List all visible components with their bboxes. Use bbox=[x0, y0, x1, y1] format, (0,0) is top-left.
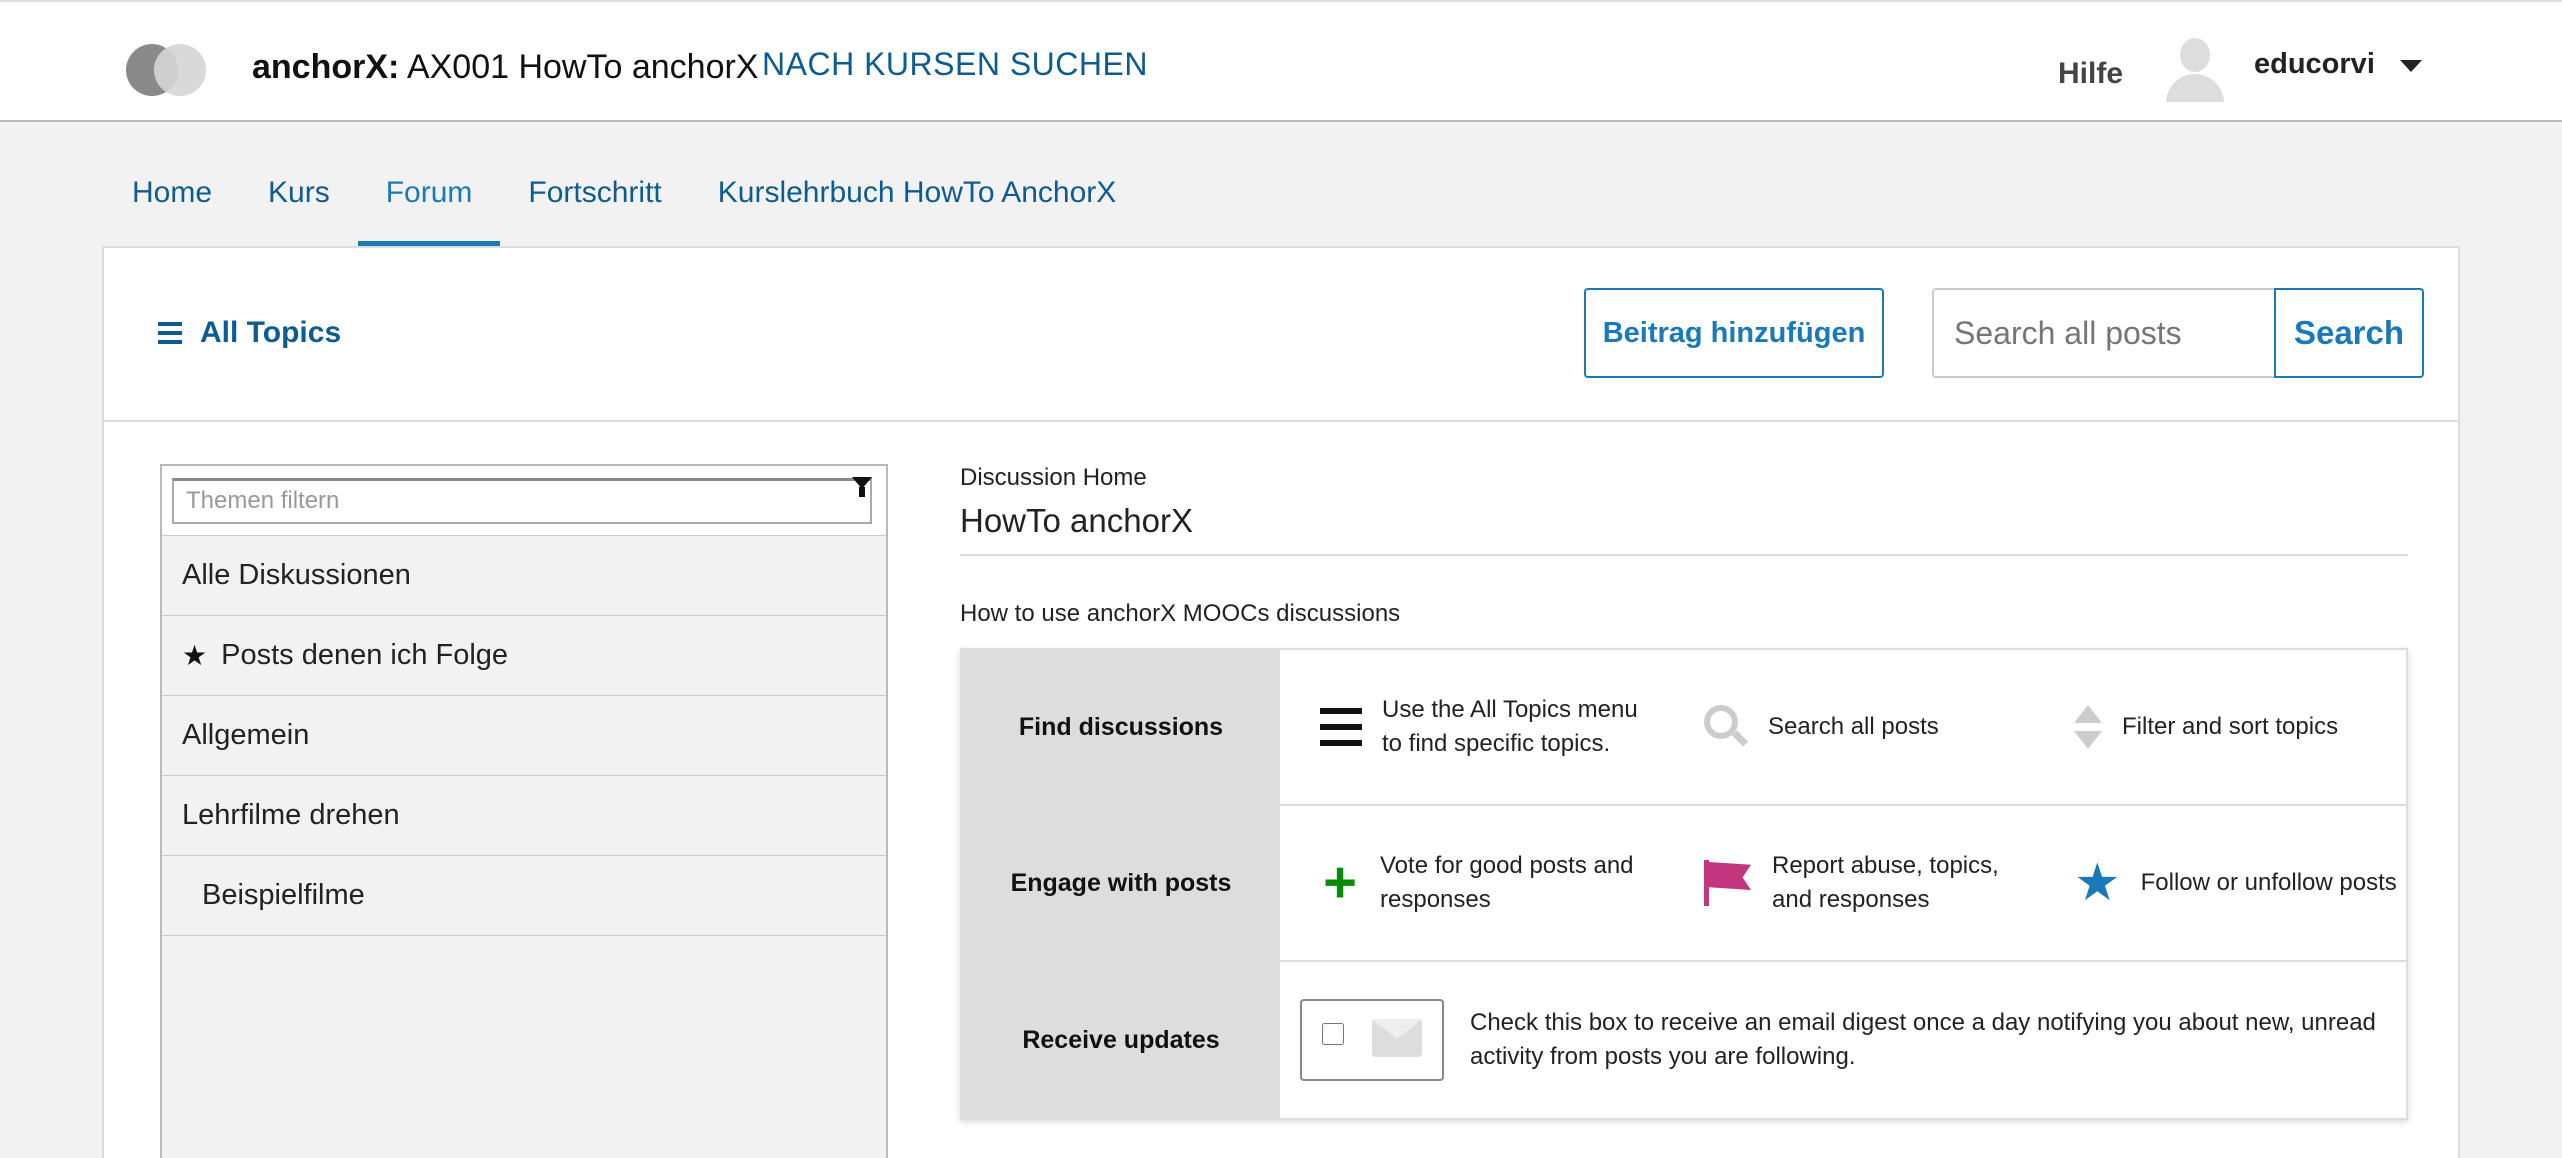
filter-icon bbox=[852, 477, 872, 497]
plus-icon: + bbox=[1323, 850, 1357, 915]
guide-row-engage: Engage with posts + Vote for good posts … bbox=[962, 806, 2406, 962]
guide-label: How to use anchorX MOOCs discussions bbox=[960, 600, 1401, 627]
guide-item: ★ Follow or unfollow posts bbox=[2034, 854, 2404, 912]
forum-panel: All Topics Beitrag hinzufügen Search The… bbox=[102, 246, 2460, 1158]
star-icon: ★ bbox=[2074, 854, 2121, 912]
tab-kurslehrbuch[interactable]: Kurslehrbuch HowTo AnchorX bbox=[690, 156, 1145, 248]
topic-label: Alle Diskussionen bbox=[182, 559, 411, 591]
add-post-button[interactable]: Beitrag hinzufügen bbox=[1584, 288, 1884, 378]
email-digest-text: Check this box to receive an email diges… bbox=[1470, 1009, 2376, 1070]
topic-allgemein[interactable]: Allgemein bbox=[162, 696, 886, 776]
topic-filter-row: Themen filtern bbox=[162, 466, 886, 536]
guide-item: Use the All Topics menu to find specific… bbox=[1280, 693, 1664, 761]
star-icon: ★ bbox=[182, 640, 208, 671]
email-digest-checkbox[interactable] bbox=[1322, 1023, 1344, 1045]
avatar-head bbox=[2180, 38, 2210, 72]
tab-forum[interactable]: Forum bbox=[357, 156, 501, 248]
site-header: anchorX: AX001 HowTo anchorX NACH KURSEN… bbox=[0, 0, 2562, 122]
chevron-down-icon[interactable] bbox=[2400, 60, 2422, 72]
avatar-body bbox=[2166, 74, 2224, 102]
guide-item-text: Vote for good posts and responses bbox=[1380, 852, 1634, 913]
breadcrumb: Discussion Home bbox=[960, 464, 1147, 491]
search-form: Search bbox=[1932, 288, 2424, 378]
sort-icon bbox=[2074, 705, 2102, 749]
course-name: AX001 HowTo anchorX bbox=[406, 48, 759, 86]
topic-beispielfilme[interactable]: Beispielfilme bbox=[162, 856, 886, 936]
logo-circle-light bbox=[154, 44, 206, 96]
search-icon bbox=[1704, 705, 1749, 749]
flag-icon bbox=[1704, 860, 1752, 906]
all-topics-label: All Topics bbox=[200, 316, 342, 349]
discussion-home: Discussion Home HowTo anchorX How to use… bbox=[960, 464, 2408, 1120]
guide-item: Search all posts bbox=[1664, 705, 2034, 749]
tab-home[interactable]: Home bbox=[104, 156, 240, 248]
topic-following[interactable]: ★ Posts denen ich Folge bbox=[162, 616, 886, 696]
menu-icon bbox=[1320, 708, 1362, 746]
topic-label: Lehrfilme drehen bbox=[182, 799, 400, 831]
tab-fortschritt[interactable]: Fortschritt bbox=[500, 156, 689, 248]
guide-item-text: Report abuse, topics, and responses bbox=[1772, 852, 1999, 913]
guide-cells: Use the All Topics menu to find specific… bbox=[1280, 650, 2406, 804]
help-link[interactable]: Hilfe bbox=[2058, 57, 2123, 91]
topic-label: Beispielfilme bbox=[202, 879, 365, 911]
org-name: anchorX: bbox=[252, 48, 400, 86]
mail-icon bbox=[1372, 1019, 1422, 1057]
topic-label: Posts denen ich Folge bbox=[221, 639, 509, 671]
username[interactable]: educorvi bbox=[2254, 48, 2375, 81]
guide-row-updates: Receive updates Check this box to receiv… bbox=[962, 962, 2406, 1118]
topic-filter-input[interactable]: Themen filtern bbox=[172, 478, 872, 524]
topic-lehrfilme[interactable]: Lehrfilme drehen bbox=[162, 776, 886, 856]
page-title: HowTo anchorX bbox=[960, 502, 2408, 556]
guide-item-text: Use the All Topics menu to find specific… bbox=[1382, 696, 1638, 757]
course-tabs: Home Kurs Forum Fortschritt Kurslehrbuch… bbox=[104, 156, 1144, 248]
guide-heading: Engage with posts bbox=[962, 806, 1280, 960]
avatar[interactable] bbox=[2162, 36, 2228, 102]
topic-all-discussions[interactable]: Alle Diskussionen bbox=[162, 536, 886, 616]
find-courses-link[interactable]: NACH KURSEN SUCHEN bbox=[762, 46, 1148, 83]
email-digest-toggle[interactable] bbox=[1300, 999, 1444, 1081]
guide-heading: Find discussions bbox=[962, 650, 1280, 804]
all-topics-button[interactable]: All Topics bbox=[158, 316, 341, 350]
menu-icon bbox=[158, 322, 182, 344]
guide-item: Filter and sort topics bbox=[2034, 705, 2404, 749]
forum-toolbar: All Topics Beitrag hinzufügen Search bbox=[104, 248, 2458, 422]
tab-kurs[interactable]: Kurs bbox=[240, 156, 358, 248]
topic-label: Allgemein bbox=[182, 719, 310, 751]
guide-cells: + Vote for good posts and responses Repo… bbox=[1280, 806, 2406, 960]
site-logo[interactable] bbox=[126, 44, 206, 96]
guide-row-find: Find discussions Use the All Topics menu… bbox=[962, 650, 2406, 806]
guide-item: Report abuse, topics, and responses bbox=[1664, 849, 2034, 917]
guide-item-text: Search all posts bbox=[1768, 713, 1939, 740]
guide-heading: Receive updates bbox=[962, 962, 1280, 1118]
topics-sidebar: Themen filtern Alle Diskussionen ★ Posts… bbox=[160, 464, 888, 1158]
guide-cells: Check this box to receive an email diges… bbox=[1280, 962, 2406, 1118]
search-input[interactable] bbox=[1932, 288, 2276, 378]
guide-item: + Vote for good posts and responses bbox=[1280, 849, 1664, 917]
guide-item-text: Filter and sort topics bbox=[2122, 713, 2339, 740]
search-button[interactable]: Search bbox=[2274, 288, 2424, 378]
guide-item-text: Follow or unfollow posts bbox=[2140, 869, 2397, 896]
course-title: anchorX: AX001 HowTo anchorX bbox=[252, 48, 758, 87]
discussion-guide-table: Find discussions Use the All Topics menu… bbox=[960, 648, 2408, 1120]
